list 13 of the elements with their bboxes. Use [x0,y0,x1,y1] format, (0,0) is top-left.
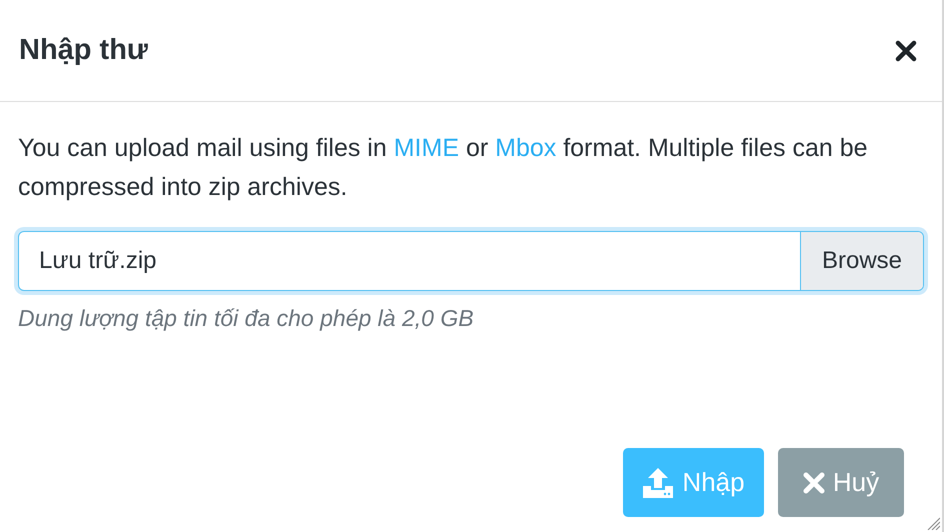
browse-button[interactable]: Browse [800,232,923,290]
format-link[interactable]: MIME [394,134,459,162]
close-icon [802,472,825,494]
resize-grip-icon [926,516,940,530]
hint-text: Dung lượng tập tin tối đa cho phép là 2,0 GB [18,304,475,333]
import-button[interactable]: Nhập [623,448,764,517]
format-link[interactable]: Mbox [495,134,556,162]
cancel-button[interactable]: Huỷ [778,448,904,517]
file-name: Lưu trữ.zip [38,246,158,276]
dialog-title: Nhập thư [19,32,148,68]
description-text: You can upload mail using files in MIME or Mbox format. Multiple files can be compressed into zip archives. [18,133,869,203]
upload-icon [642,466,674,500]
close-icon [895,40,917,62]
